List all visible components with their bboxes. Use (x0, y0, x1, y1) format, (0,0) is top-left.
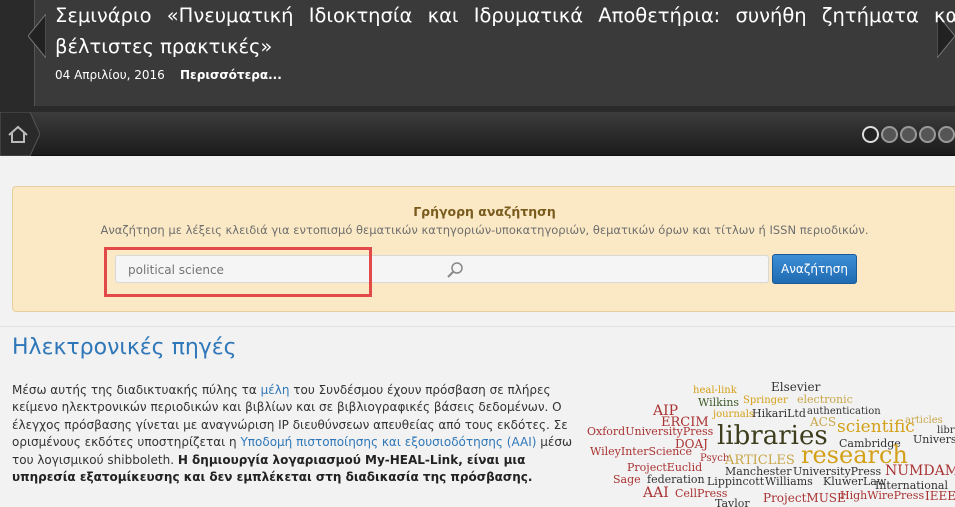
word: ProjectMUSE (763, 491, 846, 505)
word-cloud: heal-link Elsevier electronic Wilkins Sp… (585, 377, 955, 507)
home-icon[interactable] (0, 112, 40, 156)
word: AAI (643, 485, 669, 501)
news-slider: Σεμινάριο «Πνευματική Ιδιοκτησία και Ιδρ… (0, 0, 955, 112)
word: scientific (837, 417, 915, 437)
word: electronic (797, 393, 853, 406)
aai-link[interactable]: Υποδομή πιστοποίησης και εξουσιοδότησης … (240, 435, 536, 449)
slide-dots (862, 126, 955, 144)
chevron-left-icon[interactable] (28, 14, 46, 58)
slide-dot[interactable] (881, 126, 898, 143)
word: Elsevier (771, 380, 821, 394)
main-content: Ηλεκτρονικές πηγές Μέσω αυτής της διαδικ… (0, 326, 955, 507)
word: NUMDAM (885, 463, 955, 479)
word: articles (905, 415, 943, 426)
nav-bar (0, 112, 955, 156)
word: WileyInterScience (590, 445, 692, 458)
word: HighWirePress (840, 489, 925, 502)
slide-date: 04 Απριλίου, 2016 (55, 68, 165, 82)
text-segment: Μέσω αυτής της διαδικτυακής πύλης τα (12, 383, 261, 397)
quick-search-panel: Γρήγορη αναζήτηση Αναζήτηση με λέξεις κλ… (12, 186, 955, 312)
slide-dot[interactable] (938, 126, 955, 143)
word: Univers (913, 433, 955, 446)
search-icon (447, 262, 463, 278)
slide-dot[interactable] (862, 126, 879, 143)
word: IEEE (925, 489, 955, 503)
word: HikariLtd (752, 407, 806, 420)
highlight-box (104, 247, 372, 297)
word: Sage (613, 473, 641, 486)
section-title: Ηλεκτρονικές πηγές (12, 335, 237, 360)
slide-dot[interactable] (919, 126, 936, 143)
word: Springer (743, 395, 788, 406)
slide-title[interactable]: Σεμινάριο «Πνευματική Ιδιοκτησία και Ιδρ… (55, 0, 955, 62)
word: Wilkins (698, 396, 740, 409)
word: Williams (765, 475, 813, 488)
slide-more-link[interactable]: Περισσότερα... (180, 68, 282, 82)
members-link[interactable]: μέλη (261, 383, 290, 397)
quick-search-title: Γρήγορη αναζήτηση (413, 204, 556, 219)
intro-paragraph: Μέσω αυτής της διαδικτυακής πύλης τα μέλ… (12, 382, 577, 486)
slide-dot[interactable] (900, 126, 917, 143)
quick-search-description: Αναζήτηση με λέξεις κλειδιά για εντοπισμ… (100, 223, 869, 237)
search-button[interactable]: Αναζήτηση (772, 254, 857, 284)
word: journals (713, 409, 755, 420)
word: heal-link (693, 385, 737, 396)
word: Taylor (715, 497, 750, 507)
